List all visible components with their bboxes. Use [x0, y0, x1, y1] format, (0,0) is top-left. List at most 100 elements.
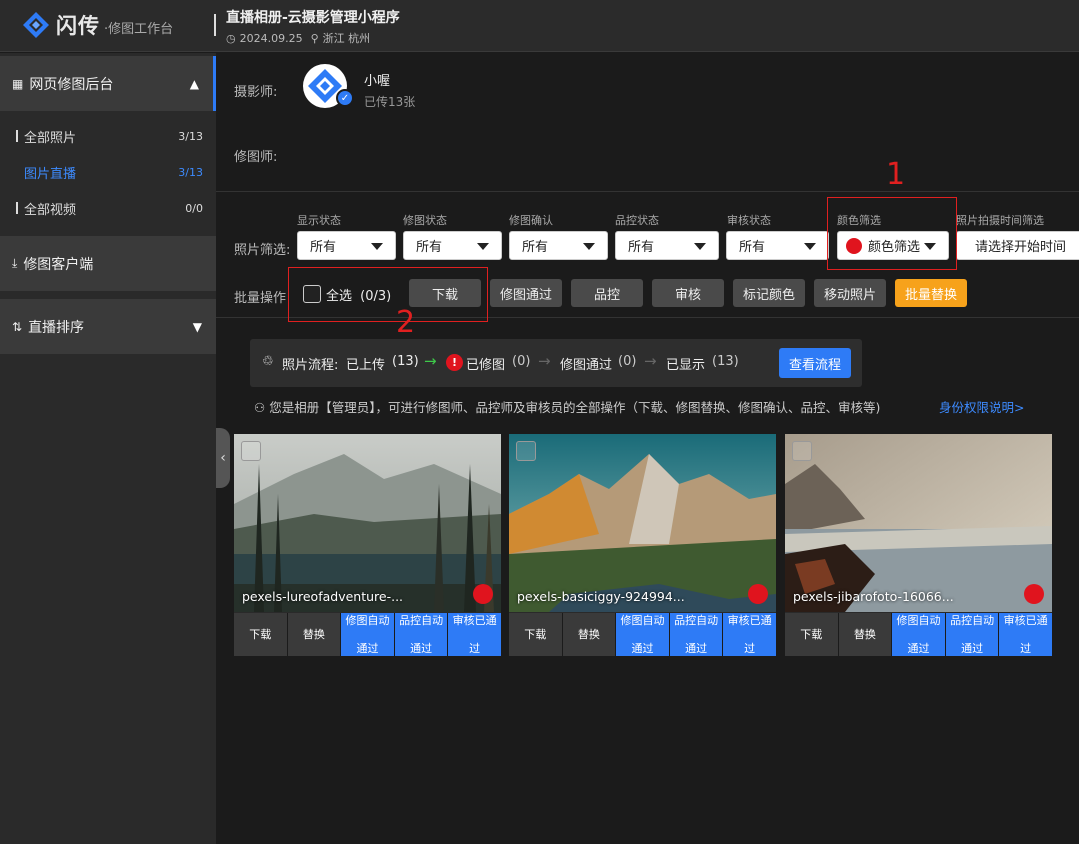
filter-label: 照片筛选:: [234, 243, 291, 258]
item-marker: [16, 130, 18, 142]
batch-label: 批量操作: [234, 291, 287, 306]
verified-icon: ✓: [336, 89, 354, 107]
sidebar-item-live-photos[interactable]: 图片直播 3/13: [0, 157, 216, 187]
annotation-box-color-filter: [827, 197, 957, 270]
photo-thumbnail[interactable]: [234, 434, 501, 612]
select-value: 所有: [739, 240, 766, 255]
qc-auto-pass-status[interactable]: 品控自动 通过: [945, 613, 1000, 656]
photo-thumbnail[interactable]: [509, 434, 776, 612]
color-mark-red: [473, 584, 493, 604]
album-meta: ◷ 2024.09.25 ⚲ 浙江 杭州: [226, 30, 370, 46]
flow-step-count: (13): [392, 354, 419, 369]
collapse-up-icon: ▲: [189, 76, 199, 91]
sidebar-item-all-photos[interactable]: 全部照片 3/13: [0, 121, 216, 151]
photo-replace-button[interactable]: 替换: [562, 613, 617, 656]
user-icon: ⚇: [254, 400, 266, 415]
display-status-select[interactable]: 所有: [297, 231, 396, 260]
top-bar: 闪传 ·修图工作台 直播相册-云摄影管理小程序 ◷ 2024.09.25 ⚲ 浙…: [0, 0, 1079, 52]
photographer-uploaded: 已传13张: [364, 95, 416, 109]
filter-caption: 修图确认: [509, 214, 553, 227]
sidebar-live-sort[interactable]: ⇅ 直播排序 ▼: [0, 299, 216, 354]
select-value: 请选择开始时间: [975, 240, 1067, 255]
qc-status-select[interactable]: 所有: [615, 231, 719, 260]
sidebar-client[interactable]: ⤓ 修图客户端: [0, 236, 216, 291]
photo-card[interactable]: pexels-jibarofoto-16066... 下载 替换 修图自动 通过 …: [785, 434, 1052, 656]
photo-replace-button[interactable]: 替换: [287, 613, 342, 656]
filter-caption: 显示状态: [297, 214, 341, 227]
download-icon: ⤓: [12, 256, 18, 270]
retouch-pass-button[interactable]: 修图通过: [490, 279, 562, 307]
review-passed-status[interactable]: 审核已通过: [448, 613, 501, 656]
sort-icon: ⇅: [12, 319, 23, 334]
photo-card[interactable]: pexels-basiciggy-924994... 下载 替换 修图自动 通过 …: [509, 434, 776, 656]
retouch-status-select[interactable]: 所有: [403, 231, 502, 260]
retouch-confirm-select[interactable]: 所有: [509, 231, 608, 260]
collapse-sidebar-handle[interactable]: ‹: [216, 428, 230, 488]
caret-down-icon: [477, 243, 489, 250]
sidebar-item-count: 0/0: [185, 201, 203, 215]
caret-down-icon: [371, 243, 383, 250]
photo-card[interactable]: pexels-lureofadventure-... 下载 替换 修图自动 通过 …: [234, 434, 501, 656]
arrow-right-icon: →: [538, 352, 551, 370]
review-passed-status[interactable]: 审核已通过: [999, 613, 1052, 656]
sidebar-item-all-videos[interactable]: 全部视频 0/0: [0, 193, 216, 223]
flow-step-label: 已修图: [466, 358, 506, 373]
qc-auto-pass-status[interactable]: 品控自动 通过: [669, 613, 724, 656]
review-status-select[interactable]: 所有: [726, 231, 829, 260]
shoot-time-start-input[interactable]: 请选择开始时间: [956, 231, 1079, 260]
photo-download-button[interactable]: 下载: [785, 613, 839, 656]
retouch-auto-pass-status[interactable]: 修图自动 通过: [892, 613, 946, 656]
role-notice-text: 您是相册【管理员】，可进行修图师、品控师及审核员的全部操作（下载、修图替换、修图…: [269, 400, 881, 415]
retouch-auto-pass-status[interactable]: 修图自动 通过: [616, 613, 670, 656]
qc-button[interactable]: 品控: [571, 279, 643, 307]
flow-step-label: 修图通过: [560, 358, 613, 373]
color-mark-red: [1024, 584, 1044, 604]
photo-flow-panel: ♲ 照片流程: 已上传 (13) → ! 已修图 (0) → 修图通过 (0) …: [250, 339, 862, 387]
photo-checkbox[interactable]: [241, 441, 261, 461]
annotation-number: 1: [886, 157, 906, 192]
divider: [214, 14, 216, 36]
review-passed-status[interactable]: 审核已通过: [723, 613, 776, 656]
role-notice: ⚇ 您是相册【管理员】，可进行修图师、品控师及审核员的全部操作（下载、修图替换、…: [254, 397, 880, 416]
photo-checkbox[interactable]: [516, 441, 536, 461]
retouch-auto-pass-status[interactable]: 修图自动 通过: [341, 613, 395, 656]
app-logo[interactable]: 闪传 ·修图工作台: [22, 10, 173, 40]
caret-down-icon: [583, 243, 595, 250]
location-icon: ⚲: [310, 31, 319, 45]
view-flow-button[interactable]: 查看流程: [779, 348, 851, 378]
sidebar-item-count: 3/13: [178, 165, 203, 179]
main-content: 摄影师: ✓ 小喔 已传13张 修图师: 照片筛选: 显示状态 修图状态 修图确…: [216, 53, 1079, 844]
flow-step-count: (0): [618, 354, 637, 369]
album-location: 浙江 杭州: [322, 32, 371, 45]
role-permission-link[interactable]: 身份权限说明>: [939, 397, 1024, 416]
filter-caption: 修图状态: [403, 214, 447, 227]
batch-replace-button[interactable]: 批量替换: [895, 279, 967, 307]
arrow-right-icon: →: [424, 352, 437, 370]
warning-icon: !: [446, 354, 463, 371]
photo-download-button[interactable]: 下载: [234, 613, 288, 656]
move-photo-button[interactable]: 移动照片: [814, 279, 886, 307]
photographer-name: 小喔: [364, 74, 391, 89]
sidebar-item-label: 图片直播: [24, 166, 77, 182]
sidebar-item-label: 全部照片: [24, 130, 77, 146]
expand-down-icon: ▼: [192, 319, 202, 334]
review-button[interactable]: 审核: [652, 279, 724, 307]
photo-filename: pexels-basiciggy-924994...: [517, 589, 685, 604]
select-value: 所有: [416, 240, 443, 255]
filter-caption: 照片拍摄时间筛选: [956, 214, 1044, 227]
photo-download-button[interactable]: 下载: [509, 613, 563, 656]
sidebar-item-label: 全部视频: [24, 202, 77, 218]
photo-thumbnail[interactable]: [785, 434, 1052, 612]
flow-step-label: 已上传: [346, 358, 386, 373]
flow-step-count: (13): [712, 354, 739, 369]
qc-auto-pass-status[interactable]: 品控自动 通过: [394, 613, 449, 656]
photo-replace-button[interactable]: 替换: [838, 613, 893, 656]
photo-checkbox[interactable]: [792, 441, 812, 461]
caret-down-icon: [694, 243, 706, 250]
sidebar-web-backend[interactable]: ▦ 网页修图后台 ▲: [0, 56, 216, 111]
divider: [216, 191, 1079, 192]
select-value: 所有: [310, 240, 337, 255]
mark-color-button[interactable]: 标记颜色: [733, 279, 805, 307]
arrow-right-icon: →: [644, 352, 657, 370]
color-mark-red: [748, 584, 768, 604]
